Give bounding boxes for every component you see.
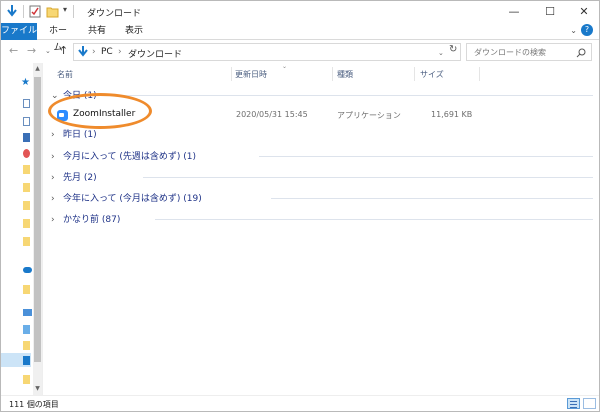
folder-icon[interactable] bbox=[23, 237, 30, 246]
search-box[interactable]: ダウンロードの検索 bbox=[466, 43, 592, 61]
breadcrumb-pc[interactable]: PC bbox=[101, 47, 113, 57]
title-bar: ▾ ダウンロード — ☐ ✕ bbox=[1, 1, 599, 23]
breadcrumb-separator-icon: › bbox=[92, 47, 96, 57]
file-type: アプリケーション bbox=[337, 111, 401, 120]
group-label: 今年に入って (今月は含めず) (19) bbox=[63, 194, 202, 204]
close-button[interactable]: ✕ bbox=[567, 1, 600, 23]
item-count: 111 個の項目 bbox=[9, 400, 59, 409]
group-label: 昨日 (1) bbox=[63, 130, 97, 140]
column-divider[interactable] bbox=[332, 67, 333, 81]
help-icon[interactable]: ? bbox=[581, 24, 593, 36]
group-divider bbox=[143, 177, 593, 178]
expand-ribbon-icon[interactable]: ⌄ bbox=[570, 26, 577, 35]
group-header-yesterday[interactable]: › 昨日 (1) bbox=[51, 127, 97, 140]
download-folder-icon bbox=[78, 46, 88, 57]
refresh-icon[interactable]: ↻ bbox=[449, 44, 457, 55]
column-divider[interactable] bbox=[414, 67, 415, 81]
this-pc-icon[interactable] bbox=[23, 309, 32, 316]
search-icon[interactable] bbox=[576, 48, 586, 58]
sort-indicator-icon: ⌄ bbox=[282, 63, 288, 70]
onedrive-cloud-icon[interactable] bbox=[23, 267, 32, 273]
desktop-icon[interactable] bbox=[23, 99, 30, 108]
column-header-size[interactable]: サイズ bbox=[420, 69, 444, 80]
expand-chevron-icon[interactable]: › bbox=[51, 173, 63, 183]
quick-access-dropdown-icon[interactable]: ▾ bbox=[63, 5, 67, 14]
recent-locations-chevron-icon[interactable]: ⌄ bbox=[45, 47, 51, 55]
expand-chevron-icon[interactable]: › bbox=[51, 215, 63, 225]
folder-icon[interactable] bbox=[23, 183, 30, 192]
window-title: ダウンロード bbox=[87, 9, 142, 19]
column-header-date[interactable]: 更新日時 bbox=[235, 69, 267, 80]
file-date: 2020/05/31 15:45 bbox=[236, 110, 308, 119]
expand-chevron-icon[interactable]: › bbox=[51, 194, 63, 204]
group-header-this-month[interactable]: › 今月に入って (先週は含めず) (1) bbox=[51, 149, 196, 162]
up-arrow-icon[interactable]: ↑ bbox=[59, 44, 68, 57]
tab-file[interactable]: ファイル bbox=[1, 23, 37, 40]
folder-icon[interactable] bbox=[23, 375, 30, 384]
folder-icon[interactable] bbox=[23, 341, 30, 350]
group-header-this-year[interactable]: › 今年に入って (今月は含めず) (19) bbox=[51, 191, 202, 204]
properties-icon[interactable] bbox=[29, 5, 41, 18]
group-label: 先月 (2) bbox=[63, 173, 97, 183]
folder-icon[interactable] bbox=[23, 285, 30, 294]
tab-view[interactable]: 表示 bbox=[123, 23, 145, 40]
tab-home[interactable]: ホーム bbox=[45, 23, 71, 53]
breadcrumb-downloads[interactable]: ダウンロード bbox=[128, 47, 182, 60]
new-folder-icon[interactable] bbox=[46, 5, 59, 18]
ribbon-tabs: ファイル ホーム 共有 表示 ⌄ ? bbox=[1, 23, 599, 53]
navigation-bar: ← → ⌄ ↑ › PC › ダウンロード ⌄ ↻ ダウンロードの検索 bbox=[1, 41, 599, 63]
tab-share[interactable]: 共有 bbox=[87, 23, 107, 40]
large-icons-view-icon[interactable] bbox=[583, 398, 596, 409]
folder-icon[interactable] bbox=[23, 201, 30, 210]
breadcrumb-separator-icon: › bbox=[118, 47, 122, 57]
group-divider bbox=[155, 219, 593, 220]
column-header-name[interactable]: 名前 bbox=[57, 69, 73, 80]
group-header-last-month[interactable]: › 先月 (2) bbox=[51, 170, 97, 183]
pictures-icon[interactable] bbox=[23, 149, 30, 158]
column-divider[interactable] bbox=[479, 67, 480, 81]
expand-chevron-icon[interactable]: › bbox=[51, 130, 63, 140]
status-bar: 111 個の項目 bbox=[1, 395, 599, 411]
address-dropdown-icon[interactable]: ⌄ bbox=[438, 49, 444, 57]
scroll-down-icon[interactable]: ▼ bbox=[33, 385, 42, 392]
search-input[interactable]: ダウンロードの検索 bbox=[474, 47, 546, 58]
downloads-icon[interactable] bbox=[23, 133, 30, 142]
back-arrow-icon[interactable]: ← bbox=[9, 44, 18, 57]
column-header-type[interactable]: 種類 bbox=[337, 69, 353, 80]
minimize-button[interactable]: — bbox=[497, 1, 531, 23]
group-label: かなり前 (87) bbox=[63, 215, 121, 225]
group-label: 今月に入って (先週は含めず) (1) bbox=[63, 152, 197, 162]
forward-arrow-icon[interactable]: → bbox=[27, 44, 36, 57]
3d-objects-icon[interactable] bbox=[23, 325, 30, 334]
downloads-icon[interactable] bbox=[23, 356, 30, 365]
group-divider bbox=[259, 156, 593, 157]
scroll-up-icon[interactable]: ▲ bbox=[33, 65, 42, 72]
group-divider bbox=[109, 95, 593, 96]
highlight-circle-annotation bbox=[48, 93, 152, 129]
file-size: 11,691 KB bbox=[431, 110, 473, 119]
folder-icon[interactable] bbox=[23, 165, 30, 174]
address-bar[interactable]: › PC › ダウンロード ⌄ bbox=[73, 43, 461, 61]
column-divider[interactable] bbox=[231, 67, 232, 81]
group-divider bbox=[271, 198, 593, 199]
documents-icon[interactable] bbox=[23, 117, 30, 126]
navigation-scrollbar[interactable]: ▲ ▼ bbox=[33, 63, 42, 395]
scroll-thumb[interactable] bbox=[34, 77, 41, 362]
download-arrow-icon bbox=[7, 5, 17, 17]
folder-icon[interactable] bbox=[23, 219, 30, 228]
explorer-window: ▾ ダウンロード — ☐ ✕ ファイル ホーム 共有 表示 ⌄ ? ← → ⌄ … bbox=[0, 0, 600, 412]
group-header-long-ago[interactable]: › かなり前 (87) bbox=[51, 212, 120, 225]
details-view-icon[interactable] bbox=[567, 398, 580, 409]
expand-chevron-icon[interactable]: › bbox=[51, 152, 63, 162]
maximize-button[interactable]: ☐ bbox=[533, 1, 567, 23]
quick-access-star-icon[interactable]: ★ bbox=[21, 77, 30, 88]
